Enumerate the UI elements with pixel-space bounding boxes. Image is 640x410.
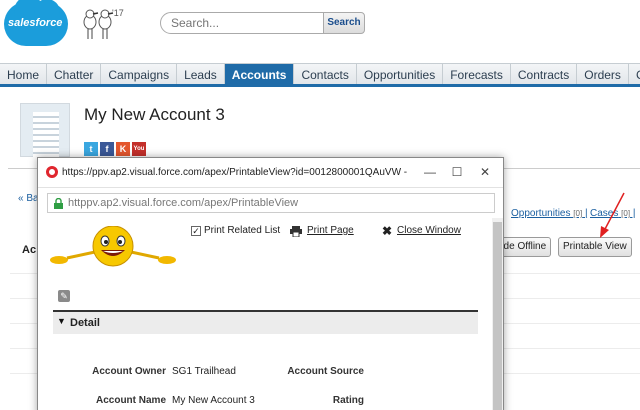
close-x-icon[interactable]: ✖ (382, 224, 392, 238)
tab-opportunities[interactable]: Opportunities (357, 64, 444, 84)
account-owner-label: Account Owner (92, 366, 166, 377)
account-name-label: Account Name (95, 395, 166, 406)
account-image (20, 103, 70, 158)
printer-icon[interactable] (290, 226, 302, 237)
tab-campaigns[interactable]: Campaigns (101, 64, 178, 84)
window-titlebar[interactable]: https://ppv.ap2.visual.force.com/apex/Pr… (38, 158, 503, 188)
account-source-label: Account Source (287, 366, 364, 377)
tab-bar: Home Chatter Campaigns Leads Accounts Contact… (0, 63, 640, 87)
youtube-icon[interactable]: You (132, 142, 146, 156)
tab-home[interactable]: Home (0, 64, 48, 84)
tab-chatter[interactable]: Chatter (47, 64, 102, 84)
account-owner-value: SG1 Trailhead (172, 366, 236, 377)
search-button[interactable]: Search (323, 12, 365, 34)
smiley-emoji-icon (50, 226, 176, 267)
release-logo: '17 (80, 8, 132, 42)
rating-label: Rating (332, 395, 364, 406)
screen: { "header": { "logo_text": "salesforce",… (0, 0, 640, 410)
account-title: My New Account 3 (84, 105, 225, 124)
window-title: https://ppv.ap2.visual.force.com/apex/Pr… (62, 167, 408, 178)
facebook-icon[interactable]: f (100, 142, 114, 156)
maximize-button[interactable]: ☐ (446, 162, 468, 182)
opera-browser-icon (46, 166, 58, 178)
scrollbar[interactable] (492, 218, 503, 410)
back-link[interactable]: « Ba (18, 193, 39, 204)
triangle-down-icon: ▼ (57, 316, 66, 326)
tab-orders[interactable]: Orders (577, 64, 629, 84)
detail-section-title: Detail (70, 317, 100, 329)
print-page-link[interactable]: Print Page (307, 225, 354, 236)
tab-accounts[interactable]: Accounts (224, 64, 295, 84)
related-link-label: Opportunities (511, 208, 571, 219)
twitter-icon[interactable]: t (84, 142, 98, 156)
print-related-list-label: Print Related List (204, 225, 281, 236)
detail-section-header[interactable]: ▼ Detail (53, 312, 478, 334)
print-related-list-checkbox[interactable]: ✓ (191, 226, 201, 236)
printable-view-button[interactable]: Printable View (558, 237, 632, 257)
tab-contacts[interactable]: Contacts (294, 64, 357, 84)
tab-cas[interactable]: Cas (629, 64, 640, 84)
pencil-icon[interactable]: ✎ (58, 290, 70, 302)
related-link-count: [0] (573, 209, 583, 218)
scrollbar-thumb[interactable] (493, 222, 502, 410)
tab-forecasts[interactable]: Forecasts (443, 64, 511, 84)
minimize-button[interactable]: — (419, 162, 441, 182)
lock-icon (54, 198, 63, 209)
related-link-count: [0] (621, 209, 631, 218)
close-window-link[interactable]: Close Window (397, 225, 461, 236)
account-name-value: My New Account 3 (172, 395, 255, 406)
tab-leads[interactable]: Leads (177, 64, 225, 84)
release-year: '17 (112, 8, 124, 18)
section-label: Ac (22, 244, 37, 256)
salesforce-logo[interactable]: salesforce (4, 0, 68, 46)
logo-text: salesforce (8, 17, 63, 29)
close-window-button[interactable]: ✕ (474, 162, 496, 182)
printable-view-window: https://ppv.ap2.visual.force.com/apex/Pr… (37, 157, 504, 410)
search-input[interactable] (160, 12, 324, 34)
printable-view-content: ✓ Print Related List Print Page ✖ Close … (38, 218, 503, 410)
related-link-cases[interactable]: Cases [0] | (590, 208, 635, 219)
tab-contracts[interactable]: Contracts (511, 64, 578, 84)
address-text: httppv.ap2.visual.force.com/apex/Printab… (68, 197, 299, 209)
related-link-label: Cases (590, 208, 619, 219)
klout-icon[interactable]: K (116, 142, 130, 156)
social-icons: t f K You (84, 142, 146, 156)
address-bar[interactable]: httppv.ap2.visual.force.com/apex/Printab… (47, 193, 495, 213)
related-link-opportunities[interactable]: Opportunities [0] | (511, 208, 588, 219)
